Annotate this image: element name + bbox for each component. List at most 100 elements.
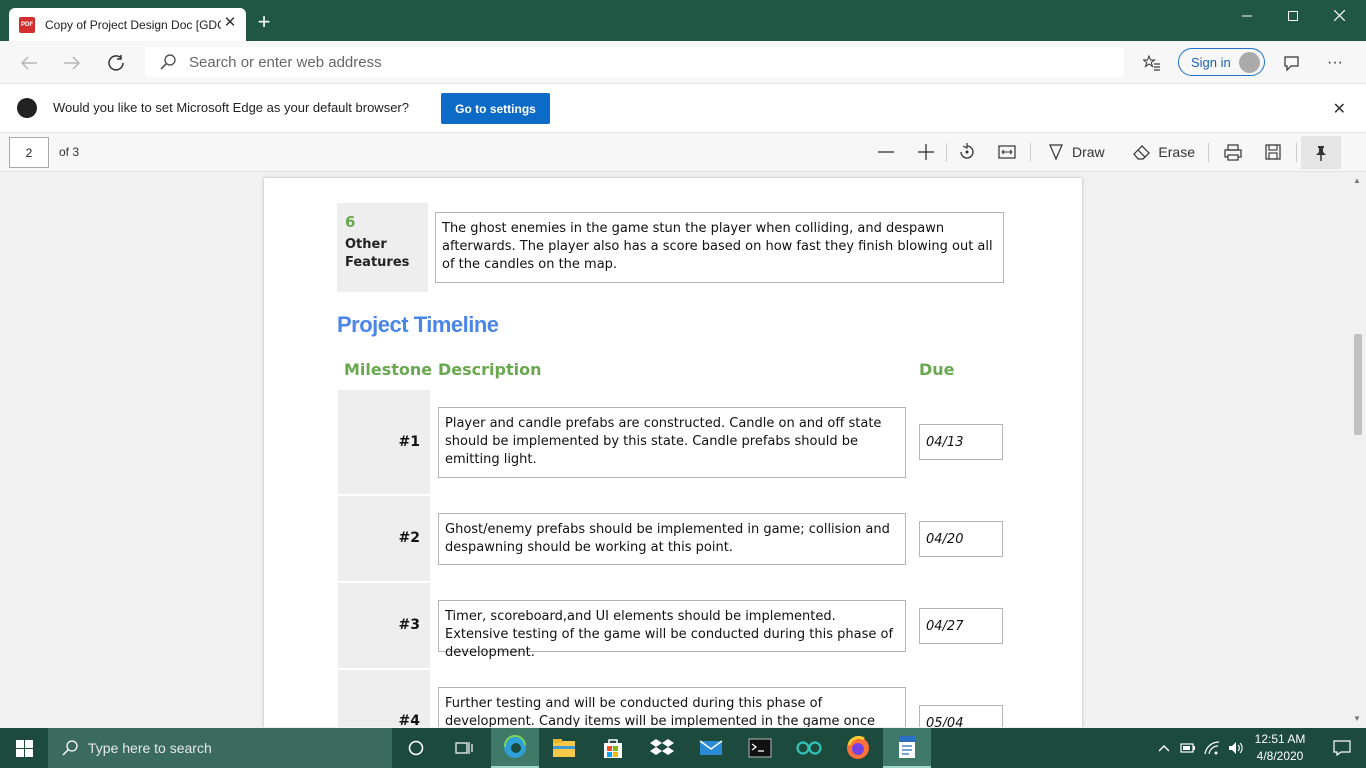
address-bar-row: Search or enter web address Sign in ···: [0, 41, 1366, 83]
clock-date: 4/8/2020: [1256, 749, 1304, 763]
feature-title-line1: Other: [345, 237, 387, 252]
taskbar-notepad-app[interactable]: [883, 728, 931, 768]
zoom-out-button[interactable]: [876, 138, 896, 166]
milestone-cell: #4: [338, 670, 430, 727]
pin-toolbar-button[interactable]: [1301, 136, 1341, 169]
settings-more-button[interactable]: ···: [1321, 49, 1349, 77]
taskbar-dropbox-app[interactable]: [638, 728, 686, 768]
pdf-viewer[interactable]: 6 Other Features The ghost enemies in th…: [0, 172, 1366, 727]
zoom-in-button[interactable]: [916, 138, 936, 166]
title-bar: PDF Copy of Project Design Doc [GDC ✕ +: [0, 0, 1366, 41]
firefox-icon: [847, 736, 869, 759]
draw-label: Draw: [1072, 144, 1105, 160]
search-icon: [160, 54, 176, 70]
milestone-id: #4: [398, 713, 420, 727]
notification-icon: [1333, 740, 1351, 756]
cortana-icon: [408, 740, 424, 756]
go-to-settings-button[interactable]: Go to settings: [441, 93, 550, 124]
taskbar-arduino-app[interactable]: [785, 728, 833, 768]
scroll-down-icon[interactable]: ▼: [1353, 714, 1361, 723]
milestone-description: Further testing and will be conducted du…: [438, 687, 906, 727]
erase-button[interactable]: Erase: [1133, 138, 1195, 166]
clock-time: 12:51 AM: [1254, 732, 1306, 746]
due-column-header: Due: [919, 360, 955, 379]
mail-icon: [699, 740, 723, 755]
feature-number: 6: [345, 213, 356, 231]
show-hidden-icons-button[interactable]: [1154, 728, 1174, 768]
browser-tab[interactable]: PDF Copy of Project Design Doc [GDC ✕: [9, 8, 246, 41]
vertical-scrollbar[interactable]: ▲ ▼: [1349, 172, 1366, 727]
page-number-input[interactable]: 2: [9, 137, 49, 168]
minimize-icon: [1242, 15, 1252, 16]
milestone-id: #3: [398, 617, 420, 633]
taskbar-edge-app[interactable]: [491, 728, 539, 768]
back-arrow-icon: [21, 56, 37, 70]
taskbar-file-explorer-app[interactable]: [540, 728, 588, 768]
address-input[interactable]: Search or enter web address: [145, 47, 1124, 77]
system-clock[interactable]: 12:51 AM 4/8/2020: [1249, 731, 1311, 765]
milestone-due-date: 04/13: [919, 424, 1003, 460]
feature-title-line2: Features: [345, 255, 410, 270]
sign-in-label: Sign in: [1191, 54, 1231, 70]
feedback-button[interactable]: [1278, 49, 1306, 77]
pin-icon: [1316, 145, 1326, 161]
fit-page-button[interactable]: [996, 138, 1018, 166]
milestone-id: #2: [398, 530, 420, 546]
forward-button[interactable]: [58, 49, 86, 77]
rotate-icon: [960, 143, 974, 159]
refresh-button[interactable]: [102, 49, 130, 77]
milestone-description: Player and candle prefabs are constructe…: [438, 407, 906, 478]
toolbar-divider: [1208, 143, 1209, 162]
infobar-close-icon[interactable]: ✕: [1333, 99, 1346, 119]
action-center-button[interactable]: [1318, 728, 1366, 768]
tab-title: Copy of Project Design Doc [GDC: [45, 17, 221, 32]
favorites-icon: [1143, 55, 1160, 71]
back-button[interactable]: [15, 49, 43, 77]
new-tab-button[interactable]: +: [254, 11, 274, 33]
scrollbar-thumb[interactable]: [1354, 334, 1362, 435]
task-view-button[interactable]: [440, 728, 488, 768]
fit-width-icon: [998, 145, 1016, 159]
scroll-up-icon[interactable]: ▲: [1353, 176, 1361, 185]
volume-tray-icon[interactable]: [1226, 728, 1246, 768]
feature-label-cell: 6 Other Features: [337, 203, 428, 292]
task-view-icon: [455, 742, 473, 754]
maximize-button[interactable]: [1270, 0, 1316, 31]
taskbar-firefox-app[interactable]: [834, 728, 882, 768]
document-icon: [899, 736, 915, 758]
feature-title: Other Features: [345, 236, 409, 272]
draw-button[interactable]: Draw: [1048, 138, 1110, 166]
wifi-tray-icon[interactable]: [1202, 728, 1222, 768]
taskbar-search-box[interactable]: Type here to search: [48, 728, 392, 768]
rotate-button[interactable]: [956, 138, 978, 166]
milestone-description: Ghost/enemy prefabs should be implemente…: [438, 513, 906, 565]
dropbox-icon: [650, 739, 674, 755]
battery-tray-icon[interactable]: [1178, 728, 1198, 768]
windows-logo-icon: [15, 739, 33, 757]
edge-logo-icon: [17, 98, 37, 118]
sign-in-button[interactable]: Sign in: [1178, 48, 1265, 76]
taskbar-search-placeholder: Type here to search: [88, 740, 212, 756]
erase-label: Erase: [1158, 144, 1195, 160]
toolbar-divider: [946, 143, 947, 162]
pdf-page: 6 Other Features The ghost enemies in th…: [264, 178, 1082, 727]
start-button[interactable]: [0, 728, 48, 768]
favorites-button[interactable]: [1138, 49, 1166, 77]
print-button[interactable]: [1222, 138, 1244, 166]
close-window-button[interactable]: [1316, 0, 1362, 31]
page-total: of 3: [59, 145, 80, 159]
toolbar-divider: [1296, 143, 1297, 162]
address-placeholder: Search or enter web address: [189, 53, 382, 71]
cortana-button[interactable]: [392, 728, 440, 768]
milestone-due-date: 05/04: [919, 705, 1003, 727]
minimize-button[interactable]: [1224, 0, 1270, 31]
maximize-icon: [1288, 10, 1298, 21]
save-button[interactable]: [1262, 138, 1284, 166]
taskbar-terminal-app[interactable]: [736, 728, 784, 768]
taskbar-mail-app[interactable]: [687, 728, 735, 768]
tab-close-icon[interactable]: ✕: [222, 15, 238, 31]
save-icon: [1265, 144, 1281, 160]
chevron-up-icon: [1158, 745, 1170, 752]
taskbar-store-app[interactable]: [589, 728, 637, 768]
draw-pen-icon: [1049, 144, 1063, 161]
